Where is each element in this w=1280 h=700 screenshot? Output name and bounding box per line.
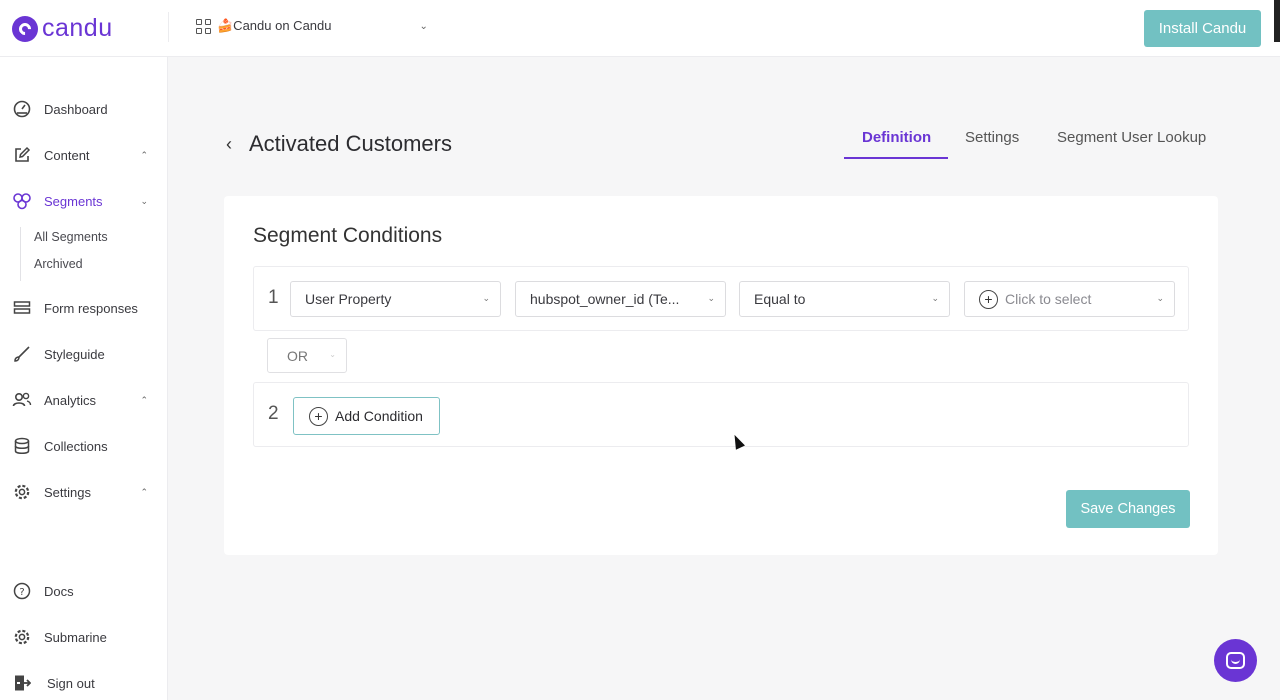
property-type-select[interactable]: User Property ⌄ <box>290 281 501 317</box>
sidebar-subitem-archived[interactable]: Archived <box>34 257 83 271</box>
gear-icon <box>12 482 32 502</box>
condition-number: 1 <box>268 287 279 308</box>
edit-icon <box>12 145 32 165</box>
tab-segment-user-lookup[interactable]: Segment User Lookup <box>1057 129 1206 146</box>
chevron-down-icon: ⌄ <box>707 293 715 303</box>
back-arrow-icon[interactable]: ‹ <box>226 134 232 155</box>
plus-circle-icon: + <box>309 406 328 426</box>
tab-settings[interactable]: Settings <box>965 129 1019 146</box>
joiner-label: OR <box>287 347 308 364</box>
divider <box>168 12 169 42</box>
sidebar-item-dashboard[interactable]: Dashboard <box>0 94 168 124</box>
users-icon <box>12 390 32 410</box>
sidebar-item-label: Sign out <box>47 675 95 691</box>
gear-icon <box>12 627 32 647</box>
sign-out-icon <box>12 673 32 693</box>
chevron-up-icon: ⌃ <box>140 149 148 160</box>
chevron-down-icon: ⌄ <box>482 293 490 303</box>
segment-conditions-card: Segment Conditions 1 User Property ⌄ hub… <box>224 196 1218 555</box>
segments-icon <box>12 191 32 211</box>
select-value: hubspot_owner_id (Te... <box>530 291 680 307</box>
condition-number: 2 <box>268 403 279 424</box>
database-icon <box>12 436 32 456</box>
page-title: Activated Customers <box>249 131 452 156</box>
save-changes-button[interactable]: Save Changes <box>1066 490 1190 528</box>
sidebar-item-segments[interactable]: Segments ⌄ <box>0 186 168 216</box>
condition-row: 2 + Add Condition <box>253 382 1189 447</box>
active-tab-indicator <box>844 157 948 159</box>
sidebar-item-collections[interactable]: Collections <box>0 431 168 461</box>
sidebar-item-styleguide[interactable]: Styleguide <box>0 339 168 369</box>
sidebar-item-content[interactable]: Content ⌃ <box>0 140 168 170</box>
sidebar-item-label: Settings <box>44 484 91 500</box>
sidebar: Dashboard Content ⌃ Segments ⌄ All Segme… <box>0 57 168 700</box>
section-title: Segment Conditions <box>253 224 443 247</box>
dashboard-icon <box>12 99 32 119</box>
chevron-down-icon: ⌄ <box>419 20 428 32</box>
sidebar-item-submarine[interactable]: Submarine <box>0 622 168 652</box>
sidebar-item-analytics[interactable]: Analytics ⌃ <box>0 385 168 415</box>
install-candu-button[interactable]: Install Candu <box>1144 10 1261 47</box>
chevron-down-icon: ⌄ <box>1156 293 1164 303</box>
sidebar-item-label: Segments <box>44 193 103 209</box>
select-value: Equal to <box>754 291 806 307</box>
sidebar-item-label: Analytics <box>44 392 97 408</box>
candu-logo-icon <box>12 15 38 42</box>
add-condition-button[interactable]: + Add Condition <box>293 397 440 435</box>
sidebar-item-settings[interactable]: Settings ⌃ <box>0 477 168 507</box>
chat-launcher-button[interactable] <box>1214 639 1257 682</box>
chevron-down-icon: ⌄ <box>329 350 336 359</box>
chat-icon <box>1226 652 1245 669</box>
grid-icon <box>196 18 211 34</box>
tab-definition[interactable]: Definition <box>862 129 931 146</box>
chevron-down-icon: ⌄ <box>140 195 148 206</box>
workspace-selector[interactable]: 🍰Candu on Candu ⌄ <box>196 18 428 34</box>
submenu-line <box>20 227 21 281</box>
sidebar-subitem-all-segments[interactable]: All Segments <box>34 230 108 244</box>
help-icon: ? <box>12 581 32 601</box>
brand-name: candu <box>42 14 113 42</box>
chevron-up-icon: ⌃ <box>140 486 148 497</box>
sidebar-item-docs[interactable]: ? Docs <box>0 576 168 606</box>
sidebar-item-sign-out[interactable]: Sign out <box>0 668 168 698</box>
operator-select[interactable]: Equal to ⌄ <box>739 281 950 317</box>
or-joiner-select[interactable]: OR ⌄ <box>267 338 347 373</box>
sidebar-item-label: Docs <box>44 583 74 599</box>
chevron-up-icon: ⌃ <box>140 394 148 405</box>
value-select[interactable]: + Click to select ⌄ <box>964 281 1175 317</box>
add-condition-label: Add Condition <box>335 408 423 424</box>
window-edge <box>1274 0 1280 42</box>
candu-logo[interactable]: candu <box>12 14 113 43</box>
sidebar-item-label: Dashboard <box>44 101 108 117</box>
condition-row: 1 User Property ⌄ hubspot_owner_id (Te..… <box>253 266 1189 331</box>
sidebar-item-form-responses[interactable]: Form responses <box>0 293 168 323</box>
sidebar-item-label: Form responses <box>44 300 138 316</box>
form-icon <box>12 298 32 318</box>
sidebar-item-label: Collections <box>44 438 108 454</box>
top-bar: candu 🍰Candu on Candu ⌄ Install Candu <box>0 0 1280 57</box>
sidebar-item-label: Styleguide <box>44 346 105 362</box>
select-value: User Property <box>305 291 392 307</box>
sidebar-item-label: Content <box>44 147 90 163</box>
property-name-select[interactable]: hubspot_owner_id (Te... ⌄ <box>515 281 726 317</box>
plus-circle-icon: + <box>979 289 998 309</box>
brush-icon <box>12 344 32 364</box>
select-placeholder: Click to select <box>1005 291 1092 307</box>
sidebar-item-label: Submarine <box>44 629 107 645</box>
svg-text:?: ? <box>19 587 24 598</box>
chevron-down-icon: ⌄ <box>931 293 939 303</box>
workspace-name: 🍰Candu on Candu <box>217 18 332 33</box>
